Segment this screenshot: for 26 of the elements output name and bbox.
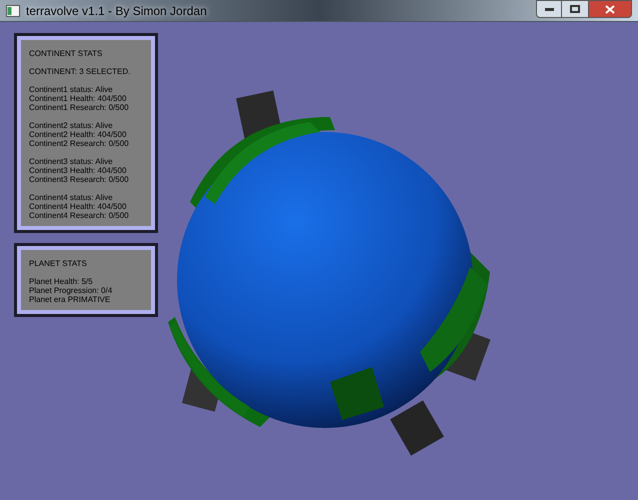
maximize-icon	[570, 5, 580, 13]
stat-line: Continent3 Health: 404/500	[29, 166, 128, 175]
app-icon	[6, 4, 20, 16]
stat-line: Planet Progression: 0/4	[29, 286, 114, 295]
panel-heading: PLANET STATS	[29, 259, 88, 268]
stat-line: Continent2 status: Alive	[29, 121, 114, 130]
maximize-button[interactable]	[562, 0, 588, 18]
stat-line: Continent4 Health: 404/500	[29, 202, 128, 211]
stat-line: CONTINENT: 3 SELECTED.	[29, 67, 132, 76]
stat-line: Continent2 Research: 0/500	[29, 139, 130, 148]
stat-line: Continent1 Research: 0/500	[29, 103, 130, 112]
stat-line: Continent3 Research: 0/500	[29, 175, 130, 184]
panel-heading: CONTINENT STATS	[29, 49, 104, 58]
stat-line: Continent3 status: Alive	[29, 157, 114, 166]
stat-line: Planet Health: 5/5	[29, 277, 94, 286]
stat-line: Continent2 Health: 404/500	[29, 130, 128, 139]
stat-line: Continent4 status: Alive	[29, 193, 114, 202]
stat-line: Continent1 Health: 404/500	[29, 94, 128, 103]
close-button[interactable]	[588, 0, 632, 18]
stat-line: Planet era PRIMATIVE	[29, 295, 112, 304]
minimize-icon	[544, 8, 554, 10]
stat-line: Continent1 status: Alive	[29, 85, 114, 94]
minimize-button[interactable]	[536, 0, 562, 18]
close-icon	[605, 4, 615, 14]
window-title: terravolve v1.1 - By Simon Jordan	[26, 2, 207, 20]
stat-line: Continent4 Research: 0/500	[29, 211, 130, 220]
